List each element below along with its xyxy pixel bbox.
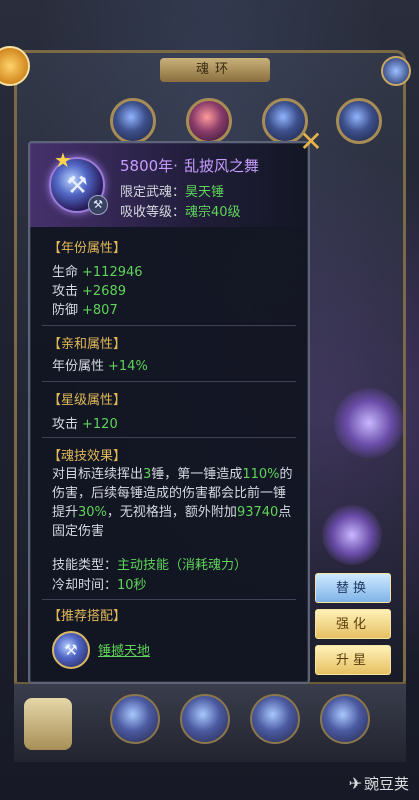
recommended-skill-link[interactable]: 锤撼天地: [98, 640, 150, 659]
stat-value: +14%: [108, 359, 148, 374]
section-recommend-title: 【推荐搭配】: [48, 609, 127, 624]
limit-spirit-line: 限定武魂：昊天锤: [120, 181, 224, 200]
absorb-level-value: 魂宗40级: [185, 205, 241, 220]
top-right-icon-button[interactable]: [381, 56, 411, 86]
bottom-menu-icon[interactable]: [110, 694, 160, 744]
soul-ring-slot-icon[interactable]: [110, 98, 156, 144]
skill-description: 对目标连续挥出3锤，第一锤造成110%的伤害，后续每锤造成的伤害都会比前一锤提升…: [52, 465, 294, 541]
stat-value: +2689: [82, 284, 126, 299]
soul-ring-title: 魂环: [160, 58, 270, 82]
recommended-skill-icon[interactable]: ⚒: [52, 631, 90, 669]
stat-label: 攻击: [52, 417, 79, 432]
section-divider: [42, 325, 296, 326]
section-year-attr-title: 【年份属性】: [48, 241, 127, 256]
replace-button[interactable]: 替换: [315, 573, 391, 603]
stat-row: 防御 +807: [52, 299, 118, 318]
soul-ring-year: 5800年·: [120, 157, 178, 175]
soul-ring-orb-decoration: [334, 388, 404, 458]
cooldown-label: 冷却时间：: [52, 578, 118, 593]
close-icon[interactable]: ✕: [296, 127, 326, 157]
limit-spirit-label: 限定武魂：: [120, 185, 186, 200]
strengthen-button[interactable]: 强化: [315, 609, 391, 639]
watermark: ✈ 豌豆荚: [349, 773, 409, 794]
soul-ring-slot-icon[interactable]: [186, 98, 232, 144]
spirit-badge-icon: ⚒: [88, 195, 108, 215]
stat-label: 防御: [52, 303, 79, 318]
absorb-level-line: 吸收等级：魂宗40级: [120, 201, 241, 220]
stat-row: 攻击 +2689: [52, 280, 126, 299]
hammer-icon: ⚒: [64, 641, 78, 659]
bottom-menu-icon[interactable]: [250, 694, 300, 744]
section-divider: [42, 381, 296, 382]
stat-row: 生命 +112946: [52, 261, 143, 280]
watermark-text: 豌豆荚: [363, 775, 409, 793]
section-affinity-attr-title: 【亲和属性】: [48, 337, 127, 352]
stat-value: +112946: [82, 265, 143, 280]
skill-number: 110%: [242, 467, 280, 482]
skill-type-value: 主动技能（消耗魂力）: [117, 558, 248, 573]
absorb-level-label: 吸收等级：: [120, 205, 186, 220]
back-button[interactable]: [24, 698, 72, 750]
soul-ring-name: 5800年· 乱披风之舞: [120, 155, 259, 176]
soul-ring-tooltip: ⚒ ★ ⚒ 5800年· 乱披风之舞 限定武魂：昊天锤 吸收等级：魂宗40级 【年…: [28, 141, 310, 684]
soul-ring-title: 乱披风之舞: [183, 157, 259, 175]
skill-number: 30%: [78, 505, 107, 520]
star-icon: ★: [54, 148, 72, 172]
stat-value: +120: [82, 417, 118, 432]
watermark-logo-icon: ✈: [348, 774, 362, 793]
skill-text: 对目标连续挥出: [52, 467, 144, 482]
cooldown-line: 冷却时间：10秒: [52, 574, 147, 593]
soul-ring-orb-decoration: [322, 505, 382, 565]
stat-label: 年份属性: [52, 359, 105, 374]
bottom-menu-icon[interactable]: [320, 694, 370, 744]
stat-value: +807: [82, 303, 118, 318]
soul-ring-slot-icon[interactable]: [336, 98, 382, 144]
cooldown-value: 10秒: [117, 578, 147, 593]
bottom-menu-icon[interactable]: [180, 694, 230, 744]
skill-text: ，无视格挡，额外附加: [106, 505, 237, 520]
skill-text: 锤，第一锤造成: [151, 467, 243, 482]
stat-row: 攻击 +120: [52, 413, 118, 432]
stat-label: 生命: [52, 265, 79, 280]
stat-label: 攻击: [52, 284, 79, 299]
section-divider: [42, 437, 296, 438]
tooltip-header: ⚒ ★ ⚒ 5800年· 乱披风之舞 限定武魂：昊天锤 吸收等级：魂宗40级: [30, 143, 308, 227]
skill-type-label: 技能类型：: [52, 558, 118, 573]
skill-number: 93740: [236, 505, 279, 520]
stat-row: 年份属性 +14%: [52, 355, 148, 374]
section-divider: [42, 599, 296, 600]
section-skill-effect-title: 【魂技效果】: [48, 449, 127, 464]
star-up-button[interactable]: 升星: [315, 645, 391, 675]
limit-spirit-value: 昊天锤: [185, 185, 225, 200]
section-star-attr-title: 【星级属性】: [48, 393, 127, 408]
skill-type-line: 技能类型：主动技能（消耗魂力）: [52, 554, 247, 573]
